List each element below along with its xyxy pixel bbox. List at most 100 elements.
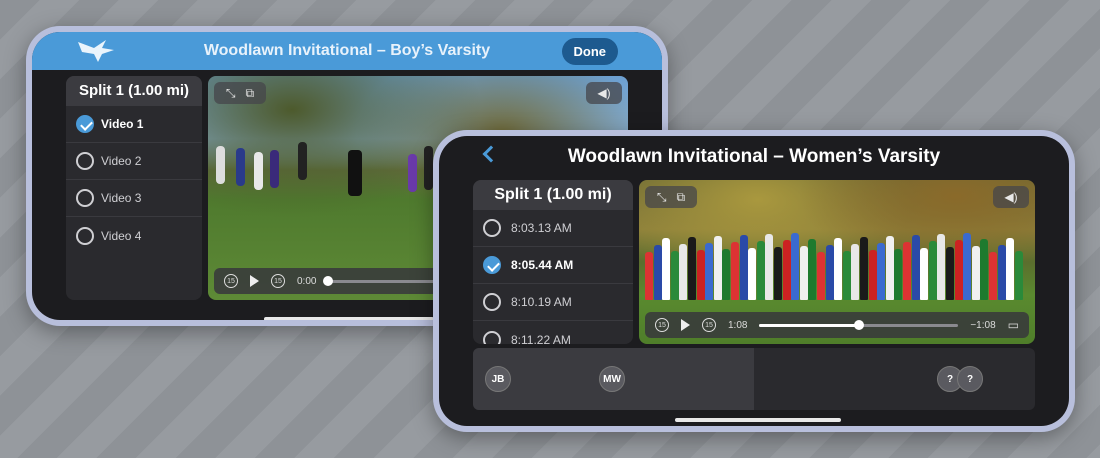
check-icon: [76, 115, 94, 133]
skip-forward-icon[interactable]: 15: [702, 318, 716, 332]
runner-figure: [722, 249, 731, 300]
radio-icon: [76, 152, 94, 170]
video-item[interactable]: Video 3: [66, 180, 202, 217]
play-icon[interactable]: [250, 275, 259, 287]
runner-figure: [868, 250, 877, 300]
runner-figure: [885, 236, 894, 300]
video-player[interactable]: ⤡ ⧉ ◀) 15 15 1:08 −1:08 ▭: [639, 180, 1035, 344]
athlete-avatar[interactable]: ?: [957, 366, 983, 392]
time-item[interactable]: 8:10.19 AM: [473, 284, 633, 321]
runner-figure: [989, 252, 997, 300]
radio-icon: [483, 330, 501, 344]
picture-in-picture-icon[interactable]: ⧉: [677, 190, 686, 205]
runner-figure: [834, 238, 843, 300]
split-title: Split 1 (1.00 mi): [66, 76, 202, 106]
runner-figure: [920, 248, 929, 300]
runner-figure: [860, 237, 868, 300]
video-toolbar: ⤡ ⧉: [214, 82, 266, 104]
time-label: 8:05.44 AM: [511, 258, 574, 272]
runner-figure: [894, 249, 903, 300]
runner-figure: [739, 235, 748, 300]
time-item[interactable]: 8:05.44 AM: [473, 247, 633, 284]
runner-figure: [851, 244, 860, 300]
scrubber[interactable]: [759, 319, 959, 330]
video-label: Video 4: [101, 228, 142, 243]
skip-back-icon[interactable]: 15: [655, 318, 669, 332]
runner-figure: [679, 244, 688, 300]
play-icon[interactable]: [681, 319, 690, 331]
runner-figure: [808, 239, 817, 300]
time-label: 8:03.13 AM: [511, 221, 572, 235]
runner-figure: [877, 243, 886, 300]
runner-figure: [971, 246, 980, 300]
runner-figure: [937, 234, 946, 300]
video-toolbar: ⤡ ⧉: [645, 186, 697, 208]
time-label: 8:10.19 AM: [511, 295, 572, 309]
skip-back-icon[interactable]: 15: [224, 274, 238, 288]
radio-icon: [483, 219, 501, 237]
airplay-icon[interactable]: ▭: [1008, 318, 1019, 332]
athlete-avatar[interactable]: JB: [485, 366, 511, 392]
runner-figure: [791, 233, 800, 300]
runner-figure: [782, 240, 791, 300]
runner-figure: [963, 233, 972, 300]
time-item[interactable]: 8:11.22 AM: [473, 321, 633, 344]
scrubber-thumb[interactable]: [853, 319, 864, 330]
split-title: Split 1 (1.00 mi): [473, 180, 633, 210]
volume-icon[interactable]: ◀): [586, 82, 622, 104]
runner-figure: [748, 248, 757, 300]
page-title: Woodlawn Invitational – Women’s Varsity: [567, 146, 941, 167]
check-icon: [483, 256, 501, 274]
page-title: Woodlawn Invitational – Boy’s Varsity: [203, 42, 491, 59]
runner-figure: [1006, 238, 1015, 300]
video-label: Video 1: [101, 117, 144, 131]
scrubber-fill: [759, 323, 859, 327]
runner-figure: [911, 235, 920, 300]
scrubber-thumb[interactable]: [323, 275, 334, 286]
expand-icon[interactable]: ⤡: [226, 86, 236, 101]
runner-figure: [842, 251, 851, 300]
runner-figure: [653, 245, 662, 300]
runner-figure: [765, 234, 774, 300]
runner-figure: [731, 242, 739, 300]
runner-figure: [670, 251, 679, 300]
runner-figure: [997, 245, 1006, 300]
runner-figure: [799, 246, 808, 300]
runner-figure: [825, 245, 834, 300]
video-label: Video 2: [101, 154, 142, 168]
radio-icon: [76, 226, 94, 245]
runner-figure: [903, 242, 911, 300]
time-elapsed: 1:08: [728, 319, 748, 331]
header-bar: Woodlawn Invitational – Boy’s Varsity Do…: [32, 32, 662, 70]
video-item[interactable]: Video 1: [66, 106, 202, 143]
phone-womens-varsity: Woodlawn Invitational – Women’s Varsity …: [433, 130, 1075, 432]
split-panel: Split 1 (1.00 mi) Video 1 Video 2 Video …: [66, 76, 202, 300]
volume-icon[interactable]: ◀): [993, 186, 1029, 208]
athlete-avatar[interactable]: MW: [599, 366, 625, 392]
runner-figure: [980, 239, 989, 300]
expand-icon[interactable]: ⤡: [657, 190, 667, 205]
runner-figure: [645, 252, 653, 300]
home-indicator[interactable]: [675, 418, 841, 422]
video-frame: [639, 228, 1035, 300]
runner-figure: [756, 241, 765, 300]
video-item[interactable]: Video 2: [66, 143, 202, 180]
runner-figure: [662, 238, 671, 300]
time-elapsed: 0:00: [297, 275, 317, 287]
runner-figure: [696, 250, 705, 300]
radio-icon: [76, 189, 94, 207]
playback-controls: 15 15 1:08 −1:08 ▭: [645, 312, 1029, 338]
time-label: 8:11.22 AM: [511, 332, 571, 345]
skip-forward-icon[interactable]: 15: [271, 274, 285, 288]
done-button[interactable]: Done: [561, 38, 618, 65]
time-remaining: −1:08: [970, 319, 996, 331]
time-item[interactable]: 8:03.13 AM: [473, 210, 633, 247]
runner-figure: [817, 252, 825, 300]
video-item[interactable]: Video 4: [66, 217, 202, 254]
runner-figure: [705, 243, 714, 300]
home-indicator[interactable]: [264, 317, 434, 320]
bird-logo-icon: [78, 40, 114, 62]
picture-in-picture-icon[interactable]: ⧉: [246, 86, 255, 101]
runner-figure: [946, 247, 954, 300]
runner-figure: [954, 240, 963, 300]
